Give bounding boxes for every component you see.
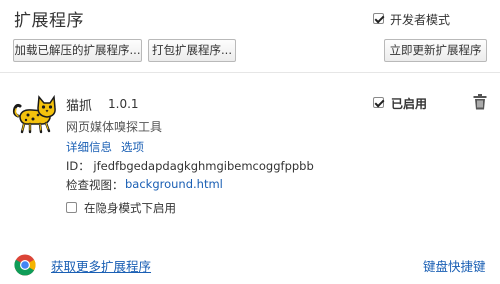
inspect-views-label: 检查视图： <box>66 178 124 192</box>
keyboard-shortcuts-link[interactable]: 键盘快捷键 <box>423 256 486 275</box>
load-unpacked-button[interactable]: 加载已解压的扩展程序... <box>13 39 142 62</box>
toolbar-divider <box>0 72 500 73</box>
background-page-link[interactable]: background.html <box>125 177 223 191</box>
update-extensions-button[interactable]: 立即更新扩展程序 <box>384 39 487 62</box>
pack-extension-button[interactable]: 打包扩展程序... <box>148 39 236 62</box>
get-more-extensions-link[interactable]: 获取更多扩展程序 <box>51 256 151 275</box>
page-title: 扩展程序 <box>14 11 84 31</box>
incognito-checkbox[interactable] <box>66 202 77 213</box>
enabled-label[interactable]: 已启用 <box>391 95 427 112</box>
enabled-checkbox[interactable] <box>373 97 384 108</box>
extensions-page: 扩展程序 开发者模式 加载已解压的扩展程序... 打包扩展程序... 立即更新扩… <box>0 0 500 284</box>
cat-icon <box>12 94 56 134</box>
chrome-icon <box>14 254 36 276</box>
options-link[interactable]: 选项 <box>121 139 144 155</box>
extension-version: 1.0.1 <box>108 97 139 111</box>
extension-id: ID： jfedfbgedapdagkghmgibemcoggfppbb <box>66 159 314 173</box>
details-link[interactable]: 详细信息 <box>66 139 112 155</box>
trash-icon[interactable] <box>473 94 487 110</box>
developer-mode-checkbox[interactable] <box>373 13 384 24</box>
developer-mode-label[interactable]: 开发者模式 <box>390 11 450 28</box>
extension-name: 猫抓 <box>66 99 93 114</box>
incognito-label[interactable]: 在隐身模式下启用 <box>84 200 176 216</box>
extension-description: 网页媒体嗅探工具 <box>66 120 163 134</box>
